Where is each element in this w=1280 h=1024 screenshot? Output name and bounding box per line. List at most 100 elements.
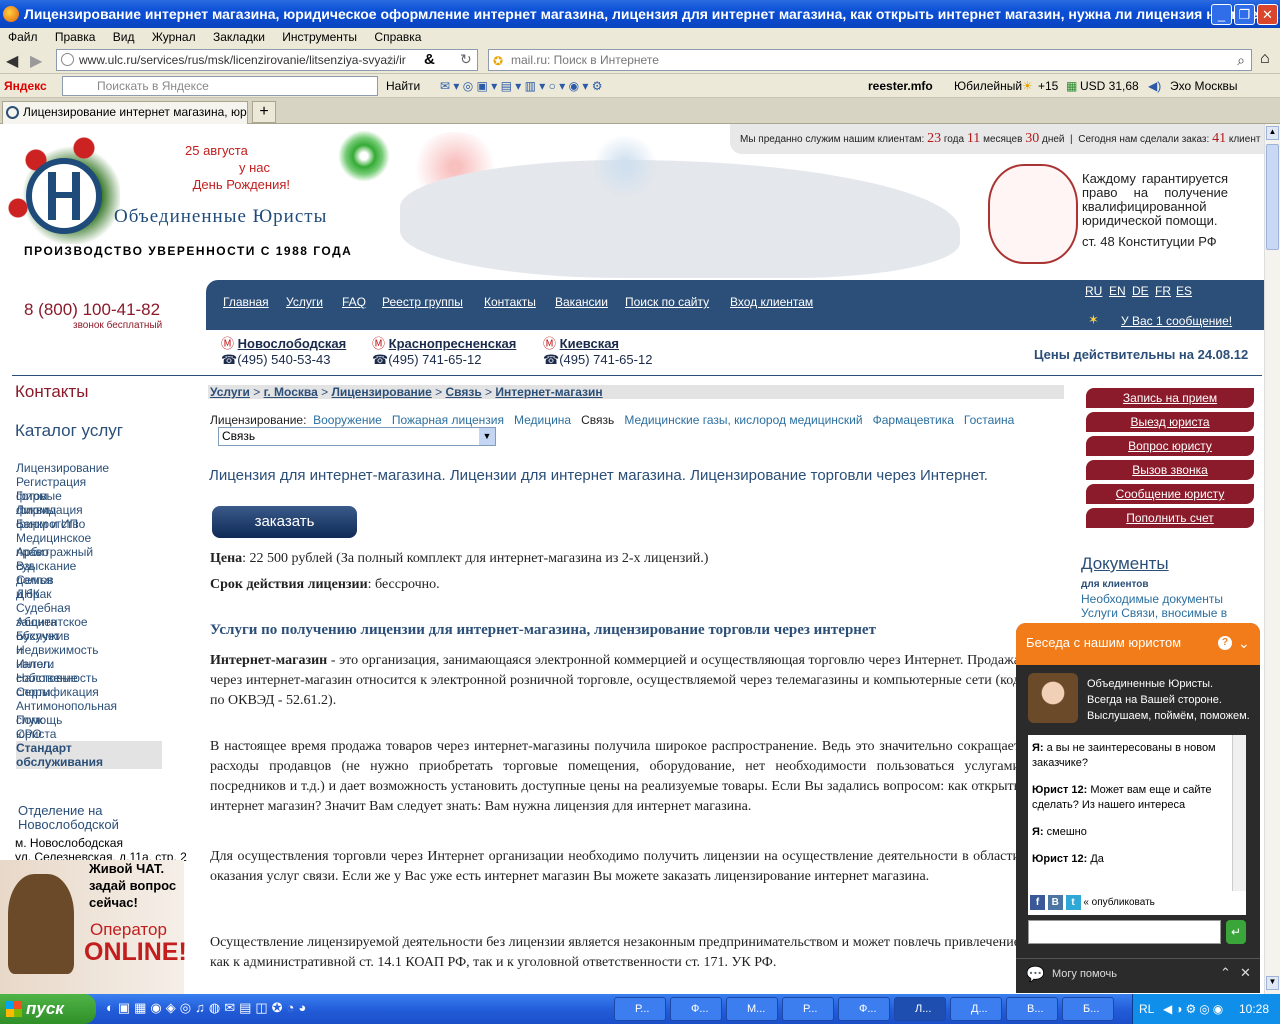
sidebar-item[interactable]: Банкротство <box>16 517 85 531</box>
url-input[interactable]: www.ulc.ru/services/rus/msk/licenzirovan… <box>56 49 478 71</box>
menu-edit[interactable]: Правка <box>55 30 96 44</box>
lang-fr[interactable]: FR <box>1155 284 1171 298</box>
quick-launch-icons[interactable]: ◐▣▦◉◈◎♫◍✉▤◫✪◔◕ <box>106 1000 310 1016</box>
taskbar-item-active[interactable]: Л... <box>894 997 946 1021</box>
nav-search[interactable]: Поиск по сайту <box>625 295 709 309</box>
crumb-licensing[interactable]: Лицензирование <box>332 385 432 399</box>
new-tab-button[interactable]: + <box>252 101 276 123</box>
search-icon[interactable]: ⌕ <box>1237 50 1245 70</box>
menu-history[interactable]: Журнал <box>152 30 196 44</box>
ampersand-icon[interactable]: & <box>424 51 435 68</box>
chat-input[interactable] <box>1028 920 1221 944</box>
sidebar-item[interactable]: СРО <box>16 727 42 741</box>
taskbar-item[interactable]: Б... <box>1062 997 1114 1021</box>
crumb-online-store[interactable]: Интернет-магазин <box>495 385 602 399</box>
crumb-services[interactable]: Услуги <box>210 385 250 399</box>
help-icon[interactable]: ? <box>1218 636 1232 650</box>
licensing-medical-gases[interactable]: Медицинские газы, кислород медицинский <box>624 413 862 427</box>
chevron-down-icon[interactable]: ▼ <box>479 428 495 445</box>
back-icon[interactable]: ◀ <box>6 51 18 71</box>
yandex-logo[interactable]: Яндекс <box>4 74 47 98</box>
sidebar-item[interactable]: Лицензирование <box>16 461 109 475</box>
lang-de[interactable]: DE <box>1132 284 1149 298</box>
start-button[interactable]: пуск <box>0 994 96 1024</box>
crumb-moscow[interactable]: г. Москва <box>264 385 318 399</box>
crumb-communication[interactable]: Связь <box>445 385 481 399</box>
taskbar-item[interactable]: Ф... <box>838 997 890 1021</box>
top-up-button[interactable]: Пополнить счет <box>1086 508 1254 528</box>
home-icon[interactable]: ⌂ <box>1260 50 1270 68</box>
order-button[interactable]: заказать <box>212 506 357 538</box>
scroll-up-icon[interactable]: ▲ <box>1266 126 1279 140</box>
nav-faq[interactable]: FAQ <box>342 295 366 309</box>
nav-client-login[interactable]: Вход клиентам <box>730 295 813 309</box>
toolbar-icons[interactable]: ✉ ▾ ◎ ▣ ▾ ▤ ▾ ▥ ▾ ○ ▾ ◉ ▾ ⚙ <box>440 74 603 98</box>
taskbar-item[interactable]: М... <box>726 997 778 1021</box>
licensing-state-secret[interactable]: Гостаина <box>964 413 1014 427</box>
licensing-weapons[interactable]: Вооружение <box>313 413 382 427</box>
vkontakte-icon[interactable]: B <box>1047 895 1063 910</box>
message-lawyer-button[interactable]: Сообщение юристу <box>1086 484 1254 504</box>
company-logo[interactable] <box>26 158 102 234</box>
send-button[interactable]: ↵ <box>1226 920 1246 944</box>
lawyer-visit-button[interactable]: Выезд юриста <box>1086 412 1254 432</box>
close-button[interactable]: ✕ <box>1257 4 1278 25</box>
nav-contacts[interactable]: Контакты <box>484 295 536 309</box>
taskbar-item[interactable]: Ф... <box>670 997 722 1021</box>
close-icon[interactable]: ✕ <box>1240 965 1251 981</box>
reester-link[interactable]: reester.mfo <box>868 74 933 98</box>
page-scrollbar[interactable]: ▲ ▼ <box>1264 124 1280 994</box>
sidebar-contacts[interactable]: Контакты <box>15 382 88 402</box>
menu-file[interactable]: Файл <box>8 30 38 44</box>
chevron-down-icon[interactable]: ⌄ <box>1238 623 1250 663</box>
minimize-button[interactable]: _ <box>1211 4 1232 25</box>
callback-button[interactable]: Вызов звонка <box>1086 460 1254 480</box>
taskbar-item[interactable]: В... <box>1006 997 1058 1021</box>
nav-services[interactable]: Услуги <box>286 295 323 309</box>
documents-title[interactable]: Документы <box>1081 554 1169 574</box>
search-input[interactable]: ✪ mail.ru: Поиск в Интернете ⌕ <box>488 49 1252 71</box>
weather-value[interactable]: +15 <box>1038 74 1058 98</box>
licensing-select[interactable]: Связь ▼ <box>218 427 496 446</box>
lang-en[interactable]: EN <box>1109 284 1126 298</box>
facebook-icon[interactable]: f <box>1030 895 1045 910</box>
usd-rate[interactable]: USD 31,68 <box>1080 74 1139 98</box>
office-2-station[interactable]: Краснопресненская <box>389 336 517 351</box>
menu-bookmarks[interactable]: Закладки <box>213 30 265 44</box>
documents-item-2[interactable]: Услуги Связи, вносимые в <box>1081 606 1227 620</box>
ask-lawyer-button[interactable]: Вопрос юристу <box>1086 436 1254 456</box>
sidebar-item[interactable]: Сертификация <box>16 685 99 699</box>
lang-ru[interactable]: RU <box>1085 284 1102 298</box>
reload-icon[interactable]: ↻ <box>460 51 472 68</box>
messages-link[interactable]: У Вас 1 сообщение! <box>1121 314 1232 328</box>
language-indicator[interactable]: RL <box>1139 994 1154 1024</box>
city-label[interactable]: Юбилейный <box>954 74 1022 98</box>
star-icon[interactable]: ☆ <box>384 52 397 69</box>
sidebar-item[interactable]: Недвижимость <box>16 643 99 657</box>
publish-link[interactable]: « опубликовать <box>1083 897 1155 908</box>
sidebar-item[interactable]: ДНК <box>16 587 40 601</box>
scroll-thumb[interactable] <box>1266 144 1279 250</box>
radio-label[interactable]: Эхо Москвы <box>1170 74 1238 98</box>
chevron-up-icon[interactable]: ⌃ <box>1220 965 1231 981</box>
licensing-pharma[interactable]: Фармацевтика <box>873 413 954 427</box>
sidebar-item[interactable]: Стандарт обслуживания <box>16 741 162 769</box>
documents-item-1[interactable]: Необходимые документы <box>1081 592 1223 606</box>
taskbar-item[interactable]: Д... <box>950 997 1002 1021</box>
menu-help[interactable]: Справка <box>374 30 421 44</box>
tray-icons[interactable]: ◀◑⚙◎◉ <box>1163 994 1226 1024</box>
menu-tools[interactable]: Инструменты <box>282 30 357 44</box>
taskbar-item[interactable]: Р... <box>614 997 666 1021</box>
maximize-button[interactable]: ❐ <box>1234 4 1255 25</box>
licensing-communication[interactable]: Связь <box>581 413 614 427</box>
taskbar-item[interactable]: Р... <box>782 997 834 1021</box>
office-3-station[interactable]: Киевская <box>560 336 619 351</box>
yandex-find-button[interactable]: Найти <box>386 74 420 98</box>
nav-registry[interactable]: Реестр группы <box>382 295 463 309</box>
phone-number[interactable]: 8 (800) 100-41-82 <box>24 300 160 320</box>
office-1-station[interactable]: Новослободская <box>238 336 347 351</box>
lang-es[interactable]: ES <box>1176 284 1192 298</box>
scroll-down-icon[interactable]: ▼ <box>1266 976 1279 990</box>
menu-view[interactable]: Вид <box>113 30 135 44</box>
nav-home[interactable]: Главная <box>223 295 269 309</box>
